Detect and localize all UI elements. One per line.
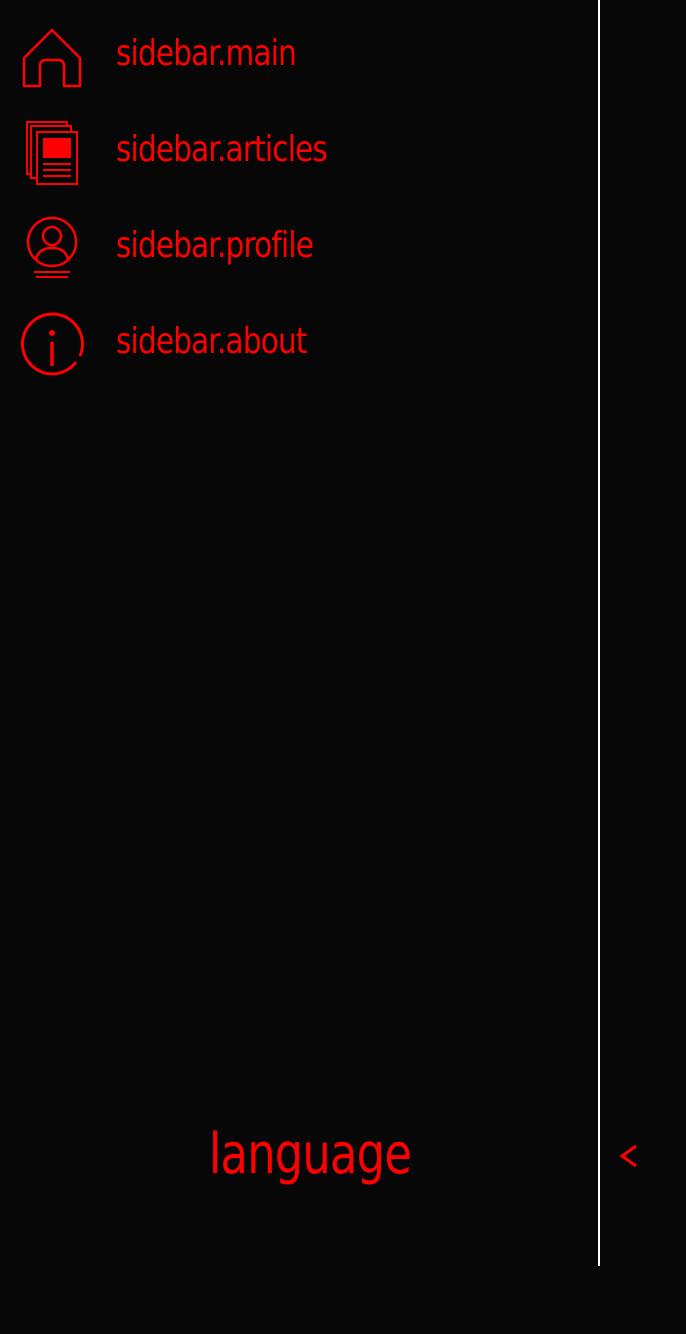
language-button[interactable]: language [190, 1110, 430, 1200]
sidebar-collapse-button[interactable] [608, 1128, 650, 1184]
sidebar-item-label: sidebar.main [116, 33, 297, 74]
sidebar-item-label: sidebar.profile [116, 225, 314, 266]
profile-icon [26, 216, 78, 278]
info-icon [21, 312, 84, 376]
sidebar: sidebar.main sidebar.articles sidebar.pr… [0, 0, 598, 1266]
sidebar-item-main[interactable]: sidebar.main [0, 6, 598, 102]
sidebar-item-profile[interactable]: sidebar.profile [0, 198, 598, 294]
sidebar-item-about[interactable]: sidebar.about [0, 294, 598, 390]
sidebar-item-label: sidebar.articles [116, 129, 328, 170]
sidebar-divider [598, 0, 600, 1266]
sidebar-item-label: sidebar.about [116, 321, 307, 362]
sidebar-item-articles[interactable]: sidebar.articles [0, 102, 598, 198]
articles-icon [26, 121, 78, 185]
home-icon [22, 28, 82, 88]
chevron-left-icon [619, 1144, 637, 1168]
